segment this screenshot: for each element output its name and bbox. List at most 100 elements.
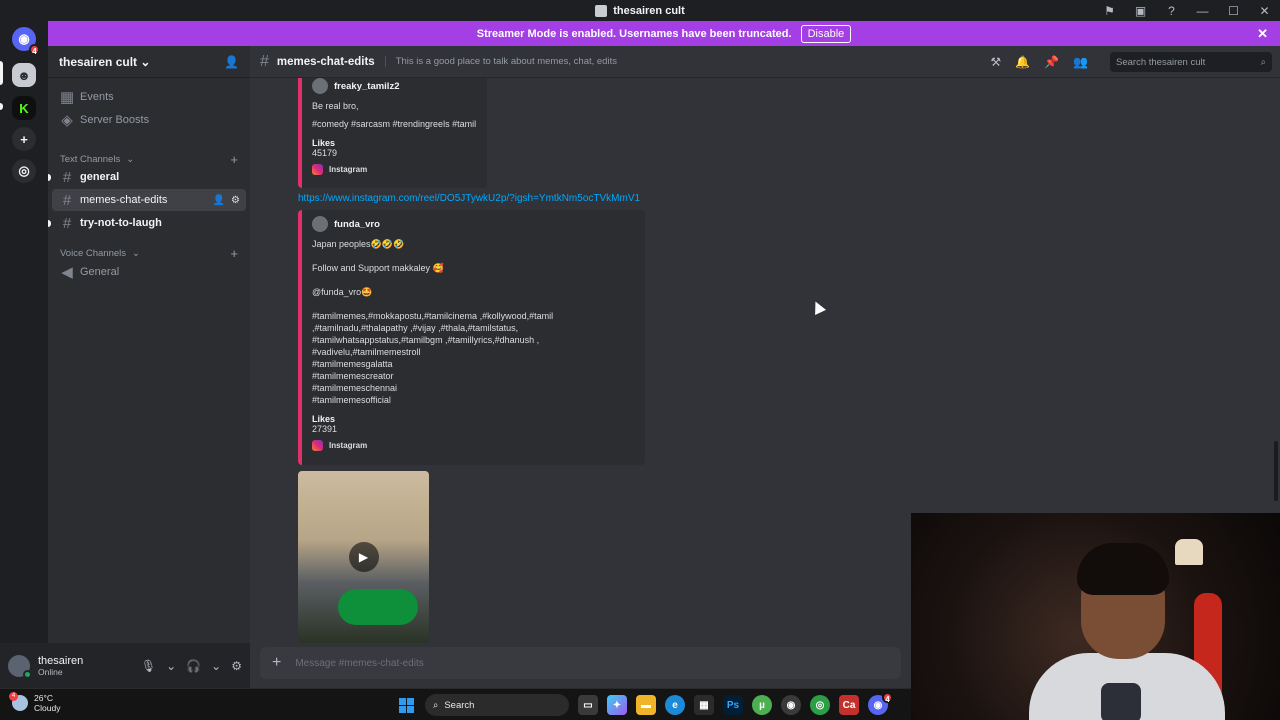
- embed1-author: freaky_tamilz2: [334, 80, 400, 92]
- copilot-icon[interactable]: ✦: [607, 695, 627, 715]
- embed2-author: funda_vro: [334, 218, 380, 230]
- gear-icon[interactable]: ⚙: [231, 659, 242, 673]
- chevron-down-icon: ⌄: [132, 247, 140, 259]
- server-name: thesairen cult: [59, 54, 138, 69]
- weather-temp: 26°C: [34, 693, 53, 703]
- message-link[interactable]: https://www.instagram.com/reel/DO5JTywkU…: [298, 193, 640, 204]
- selected-server-pill: [0, 61, 3, 85]
- bell-icon[interactable]: 🔔: [1015, 55, 1030, 69]
- webcam-lamp: [1175, 539, 1203, 565]
- chevron-down-icon[interactable]: ⌄: [211, 659, 221, 673]
- attach-plus-icon[interactable]: +: [272, 654, 281, 672]
- invite-icon[interactable]: 👤: [224, 55, 239, 69]
- sidebar-item-boosts[interactable]: ◈ Server Boosts: [52, 109, 246, 131]
- window-title-text: thesairen cult: [613, 4, 685, 17]
- close-banner-icon[interactable]: ✕: [1257, 26, 1268, 42]
- discord-taskbar-icon[interactable]: ◉ 4: [868, 692, 893, 715]
- invite-icon[interactable]: 👤: [213, 195, 225, 206]
- webcam-overlay: [911, 513, 1280, 720]
- inbox-icon[interactable]: ▣: [1125, 0, 1156, 21]
- embed2-tag5: #tamilmemesofficial: [312, 395, 391, 405]
- minimize-button[interactable]: —: [1187, 0, 1218, 21]
- embed-footer: Instagram: [329, 165, 368, 174]
- avatar[interactable]: [8, 654, 32, 679]
- add-channel-icon[interactable]: +: [230, 152, 238, 167]
- embed2-line1: Japan peoples🤣🤣🤣: [312, 239, 405, 249]
- threads-icon[interactable]: ⚒: [990, 55, 1001, 69]
- server-list: ◉ 4 ☻ K + ◎: [0, 21, 48, 688]
- embed-footer: Instagram: [329, 441, 368, 450]
- user-panel: thesairen Online 🎙 ⌄ 🎧 ⌄ ⚙: [0, 643, 250, 688]
- members-icon[interactable]: 👥: [1073, 55, 1088, 69]
- hash-icon: #: [62, 168, 72, 186]
- video-thumbnail[interactable]: ▶: [298, 471, 429, 643]
- flag-icon[interactable]: ⚑: [1094, 0, 1125, 21]
- headphones-icon[interactable]: 🎧: [186, 659, 201, 673]
- likes-label: Likes: [312, 138, 336, 148]
- edge-icon[interactable]: e: [665, 695, 685, 715]
- photoshop-icon[interactable]: Ps: [723, 695, 743, 715]
- channel-general[interactable]: # general: [48, 166, 246, 188]
- chevron-down-icon: ⌄: [140, 54, 151, 69]
- disable-streamer-button[interactable]: Disable: [800, 24, 852, 43]
- embed2-line2: Follow and Support makkaley 🥰: [312, 263, 444, 273]
- discover-icon[interactable]: ◎: [12, 159, 36, 183]
- store-icon[interactable]: ▦: [694, 695, 714, 715]
- likes-count: 45179: [312, 148, 338, 158]
- server-thesairen-cult-icon[interactable]: ☻: [12, 63, 36, 87]
- channel-memes-label: memes-chat-edits: [80, 194, 168, 206]
- server-kick-icon[interactable]: K: [12, 96, 36, 120]
- embed-author[interactable]: funda_vro: [312, 216, 635, 232]
- discord-home-icon[interactable]: ◉ 4: [12, 27, 40, 56]
- streamer-mode-banner: Streamer Mode is enabled. Usernames have…: [48, 21, 1280, 46]
- app-red-icon[interactable]: Ca: [839, 695, 859, 715]
- sidebar-item-events[interactable]: ▦ Events: [52, 86, 246, 108]
- help-icon[interactable]: ?: [1156, 0, 1187, 21]
- embed-author[interactable]: freaky_tamilz2: [312, 78, 477, 94]
- notification-badge: 4: [29, 44, 40, 56]
- author-avatar: [312, 78, 328, 94]
- maximize-button[interactable]: ☐: [1218, 0, 1249, 21]
- task-view-icon[interactable]: ▭: [578, 695, 598, 715]
- unread-indicator: [48, 174, 51, 181]
- cloud-icon: 4: [9, 692, 28, 711]
- windows-start-icon[interactable]: [396, 695, 416, 715]
- embed1-desc2: #comedy #sarcasm #trendingreels #tamil: [312, 119, 477, 129]
- play-icon[interactable]: ▶: [348, 542, 379, 572]
- add-server-icon[interactable]: +: [12, 127, 36, 151]
- channel-memes-chat-edits[interactable]: # memes-chat-edits 👤 ⚙: [52, 189, 246, 211]
- text-category-label: Text Channels: [60, 153, 121, 165]
- events-label: Events: [80, 91, 114, 103]
- boost-icon: ◈: [61, 112, 73, 129]
- weather-widget[interactable]: 4 26°C Cloudy: [9, 692, 60, 713]
- taskbar-search[interactable]: ⌕ Search: [425, 694, 569, 716]
- window-titlebar: thesairen cult ⚑ ▣ ? — ☐ ✕: [0, 0, 1280, 21]
- channel-laugh-label: try-not-to-laugh: [80, 217, 162, 229]
- pin-icon[interactable]: 📌: [1044, 55, 1059, 69]
- embed2-tag2: #tamilmemesgalatta: [312, 359, 393, 369]
- chevron-down-icon[interactable]: ⌄: [166, 659, 176, 673]
- server-header[interactable]: thesairen cult ⌄ 👤: [48, 46, 250, 78]
- scrollbar[interactable]: [1274, 441, 1278, 501]
- channel-try-not-to-laugh[interactable]: # try-not-to-laugh: [48, 212, 246, 234]
- search-input[interactable]: Search thesairen cult ⌕: [1110, 52, 1272, 72]
- video-motorbike: [338, 589, 418, 625]
- username: thesairen: [38, 654, 84, 667]
- voice-channel-general[interactable]: ◀ General: [52, 261, 246, 283]
- file-explorer-icon[interactable]: ▬: [636, 695, 656, 715]
- instagram-icon: [312, 164, 323, 175]
- speaker-icon: ◀: [61, 264, 73, 281]
- obs-icon[interactable]: ◉: [781, 695, 801, 715]
- embed2-tag4: #tamilmemeschennai: [312, 383, 398, 393]
- close-window-button[interactable]: ✕: [1249, 0, 1280, 21]
- user-status: Online: [38, 666, 63, 677]
- gear-icon[interactable]: ⚙: [231, 195, 240, 206]
- utorrent-icon[interactable]: µ: [752, 695, 772, 715]
- channel-sidebar: thesairen cult ⌄ 👤 ▦ Events ◈ Server Boo…: [48, 46, 250, 643]
- chrome-icon[interactable]: ◎: [810, 695, 830, 715]
- microphone-icon[interactable]: 🎙: [141, 659, 156, 673]
- message-input[interactable]: + Message #memes-chat-edits: [260, 647, 901, 679]
- hash-icon: #: [62, 214, 72, 232]
- add-channel-icon[interactable]: +: [230, 246, 238, 261]
- hash-icon: #: [260, 52, 269, 70]
